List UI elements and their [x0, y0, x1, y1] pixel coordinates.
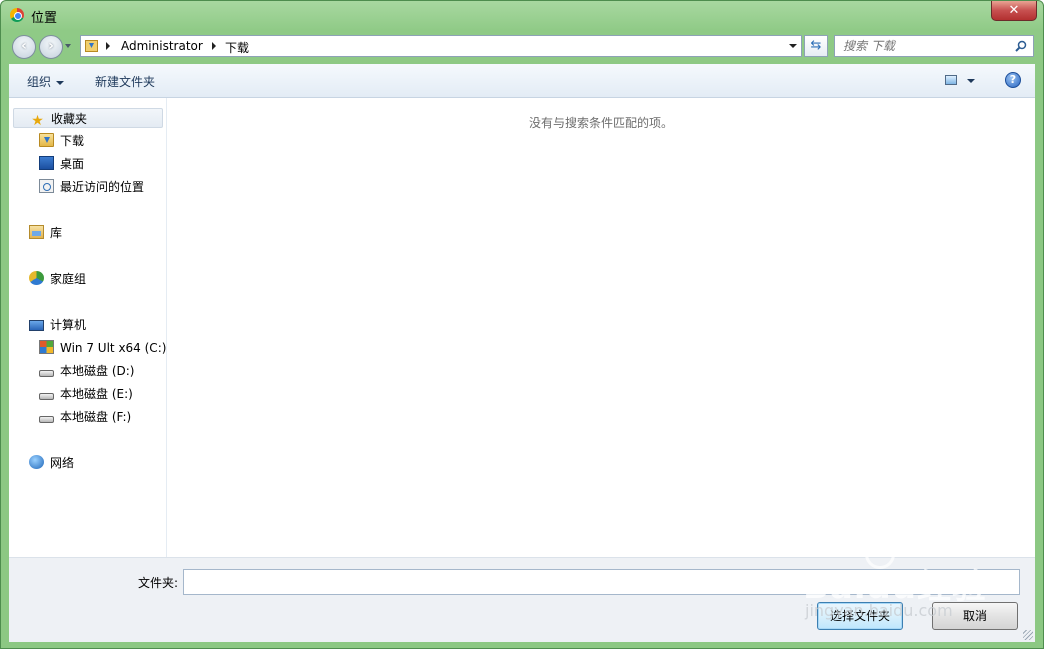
address-bar[interactable]: Administrator 下载 — [80, 35, 802, 57]
organize-button[interactable]: 组织 — [27, 73, 65, 90]
breadcrumb-administrator[interactable]: Administrator — [121, 39, 203, 53]
cancel-button[interactable]: 取消 — [932, 602, 1018, 630]
nav-drive-e-label: 本地磁盘 (E:) — [60, 387, 133, 401]
downloads-folder-icon — [39, 133, 54, 147]
close-button[interactable]: ✕ — [991, 1, 1037, 21]
search-input[interactable] — [835, 36, 1011, 56]
nav-downloads[interactable]: 下载 — [39, 131, 84, 151]
folder-label: 文件夹: — [138, 576, 179, 590]
nav-drive-d[interactable]: 本地磁盘 (D:) — [39, 361, 134, 381]
nav-recent-places[interactable]: 最近访问的位置 — [39, 177, 144, 197]
nav-drive-c-label: Win 7 Ult x64 (C:) — [60, 341, 167, 355]
refresh-button[interactable]: ⇆ — [804, 35, 828, 57]
navigation-pane[interactable]: ★ 收藏夹 下载 桌面 最近访问的位置 库 家庭组 计算机 Win 7 Ult x… — [9, 98, 167, 557]
empty-results-message: 没有与搜索条件匹配的项。 — [528, 116, 673, 130]
nav-homegroup[interactable]: 家庭组 — [29, 269, 86, 289]
nav-desktop-label: 桌面 — [60, 157, 85, 171]
arrow-left-icon: ‹ — [21, 38, 27, 54]
refresh-icon: ⇆ — [810, 38, 822, 53]
chevron-down-icon — [56, 80, 65, 85]
nav-drive-c[interactable]: Win 7 Ult x64 (C:) — [39, 338, 166, 358]
desktop-icon — [39, 156, 54, 170]
nav-network[interactable]: 网络 — [29, 453, 74, 473]
computer-icon — [29, 320, 44, 331]
address-dropdown-icon[interactable] — [789, 44, 797, 48]
command-toolbar: 组织 新建文件夹 ? — [9, 64, 1035, 98]
nav-desktop[interactable]: 桌面 — [39, 154, 84, 174]
hard-drive-icon — [39, 393, 54, 400]
homegroup-icon — [29, 271, 44, 285]
organize-label: 组织 — [27, 75, 52, 89]
file-list-pane[interactable]: 没有与搜索条件匹配的项。 — [167, 98, 1035, 557]
search-box[interactable] — [834, 35, 1034, 57]
nav-computer[interactable]: 计算机 — [29, 315, 86, 335]
resize-grip[interactable] — [1023, 630, 1033, 640]
star-icon: ★ — [31, 113, 44, 129]
hard-drive-icon — [39, 370, 54, 377]
recent-places-icon — [39, 179, 54, 193]
recent-pages-dropdown-icon[interactable] — [65, 44, 71, 48]
window-title: 位置 — [31, 11, 58, 26]
nav-drive-e[interactable]: 本地磁盘 (E:) — [39, 384, 133, 404]
view-options-dropdown-icon[interactable] — [967, 79, 975, 83]
windows-drive-icon — [39, 340, 54, 354]
breadcrumb-chevron-icon[interactable] — [212, 42, 216, 50]
change-view-icon[interactable] — [945, 75, 957, 85]
nav-libraries[interactable]: 库 — [29, 223, 62, 243]
back-button[interactable]: ‹ — [12, 35, 36, 59]
nav-libraries-label: 库 — [50, 226, 63, 240]
file-dialog-window: 位置 ✕ ‹ › Administrator 下载 ⇆ 组织 新建文件夹 — [0, 0, 1044, 649]
select-folder-button[interactable]: 选择文件夹 — [817, 602, 903, 630]
breadcrumb-chevron-icon[interactable] — [106, 42, 110, 50]
nav-drive-f[interactable]: 本地磁盘 (F:) — [39, 407, 131, 427]
title-bar[interactable]: 位置 ✕ — [1, 1, 1043, 31]
breadcrumb-downloads[interactable]: 下载 — [225, 39, 249, 56]
nav-network-label: 网络 — [50, 456, 75, 470]
search-icon[interactable] — [1015, 40, 1027, 52]
nav-downloads-label: 下载 — [60, 134, 85, 148]
network-icon — [29, 455, 44, 469]
libraries-icon — [29, 225, 44, 239]
nav-computer-label: 计算机 — [50, 318, 87, 332]
nav-homegroup-label: 家庭组 — [50, 272, 87, 286]
hard-drive-icon — [39, 416, 54, 423]
nav-drive-f-label: 本地磁盘 (F:) — [60, 410, 132, 424]
new-folder-button[interactable]: 新建文件夹 — [95, 73, 155, 90]
nav-favorites[interactable]: ★ 收藏夹 — [13, 108, 163, 128]
nav-drive-d-label: 本地磁盘 (D:) — [60, 364, 135, 378]
nav-favorites-label: 收藏夹 — [51, 112, 88, 126]
dialog-footer: 文件夹: 选择文件夹 取消 — [9, 557, 1035, 642]
nav-recent-label: 最近访问的位置 — [60, 180, 145, 194]
arrow-right-icon: › — [48, 38, 54, 54]
help-icon[interactable]: ? — [1005, 72, 1021, 88]
folder-download-icon — [85, 40, 98, 52]
chrome-icon — [10, 8, 24, 22]
forward-button[interactable]: › — [39, 35, 63, 59]
folder-input[interactable] — [183, 569, 1020, 595]
